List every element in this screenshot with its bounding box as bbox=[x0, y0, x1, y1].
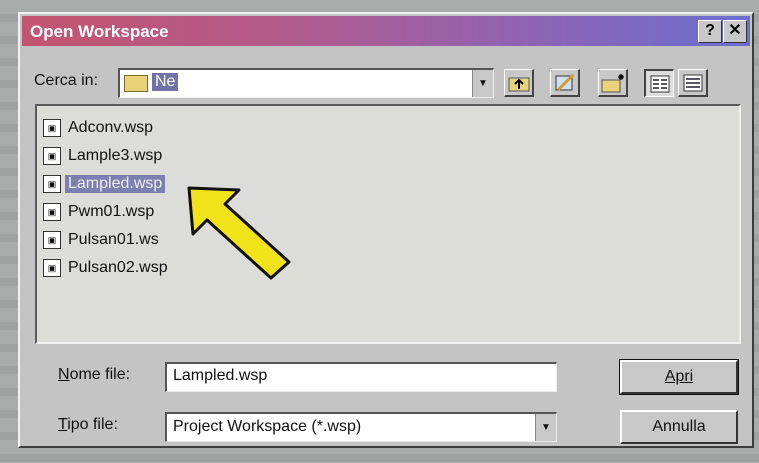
look-in-value: Ne bbox=[152, 73, 179, 91]
details-view-button[interactable] bbox=[678, 69, 708, 97]
list-view-icon bbox=[650, 75, 669, 92]
open-button[interactable]: Apri bbox=[619, 359, 739, 395]
workspace-file-icon: ▣ bbox=[43, 175, 61, 193]
file-name: Adconv.wsp bbox=[68, 119, 154, 136]
desktop-icon bbox=[555, 73, 574, 91]
file-item-lampled[interactable]: ▣ Lampled.wsp bbox=[43, 172, 166, 196]
file-name: Pulsan01.ws bbox=[68, 231, 159, 248]
look-in-dropdown[interactable]: Ne ▼ bbox=[118, 68, 494, 98]
desktop-button[interactable] bbox=[550, 69, 580, 97]
workspace-file-icon: ▣ bbox=[43, 259, 61, 277]
file-name: Pulsan02.wsp bbox=[68, 259, 168, 276]
chevron-down-icon[interactable]: ▼ bbox=[535, 414, 556, 441]
file-item-pulsan02[interactable]: ▣ Pulsan02.wsp bbox=[43, 256, 171, 280]
file-item-lample3[interactable]: ▣ Lample3.wsp bbox=[43, 144, 165, 168]
chevron-down-icon[interactable]: ▼ bbox=[472, 70, 493, 97]
file-name: Pwm01.wsp bbox=[68, 203, 155, 220]
list-view-button[interactable] bbox=[644, 69, 674, 97]
up-folder-button[interactable] bbox=[504, 69, 534, 97]
look-in-label: Cerca in: bbox=[34, 72, 99, 89]
file-item-adconv[interactable]: ▣ Adconv.wsp bbox=[43, 116, 156, 140]
window-title: Open Workspace bbox=[30, 22, 169, 41]
cancel-button[interactable]: Annulla bbox=[620, 410, 738, 444]
file-item-pwm01[interactable]: ▣ Pwm01.wsp bbox=[43, 200, 157, 224]
workspace-file-icon: ▣ bbox=[43, 231, 61, 249]
filename-label: Nome file: bbox=[58, 366, 131, 383]
file-list[interactable]: ▣ Adconv.wsp ▣ Lample3.wsp ▣ Lampled.wsp… bbox=[35, 104, 741, 344]
title-bar[interactable]: Open Workspace ? ✕ bbox=[22, 16, 750, 46]
file-name: Lample3.wsp bbox=[68, 147, 163, 164]
file-item-pulsan01[interactable]: ▣ Pulsan01.ws bbox=[43, 228, 162, 252]
workspace-file-icon: ▣ bbox=[43, 119, 61, 137]
up-folder-icon bbox=[508, 77, 529, 91]
details-view-icon bbox=[683, 74, 702, 91]
workspace-file-icon: ▣ bbox=[43, 203, 61, 221]
filetype-label: Tipo file: bbox=[58, 416, 118, 433]
folder-icon bbox=[124, 75, 148, 92]
help-button[interactable]: ? bbox=[698, 20, 722, 43]
open-workspace-dialog: Open Workspace ? ✕ Cerca in: Ne ▼ ▣ Adco… bbox=[18, 12, 754, 448]
workspace-file-icon: ▣ bbox=[43, 147, 61, 165]
filetype-value: Project Workspace (*.wsp) bbox=[173, 418, 362, 435]
filename-input[interactable]: Lampled.wsp bbox=[165, 362, 557, 392]
close-button[interactable]: ✕ bbox=[723, 20, 747, 43]
new-folder-icon bbox=[601, 73, 624, 92]
new-folder-button[interactable] bbox=[598, 69, 628, 97]
filetype-dropdown[interactable]: Project Workspace (*.wsp) ▼ bbox=[165, 412, 557, 442]
file-name: Lampled.wsp bbox=[65, 175, 166, 193]
arrow-pointer-icon bbox=[187, 186, 291, 280]
